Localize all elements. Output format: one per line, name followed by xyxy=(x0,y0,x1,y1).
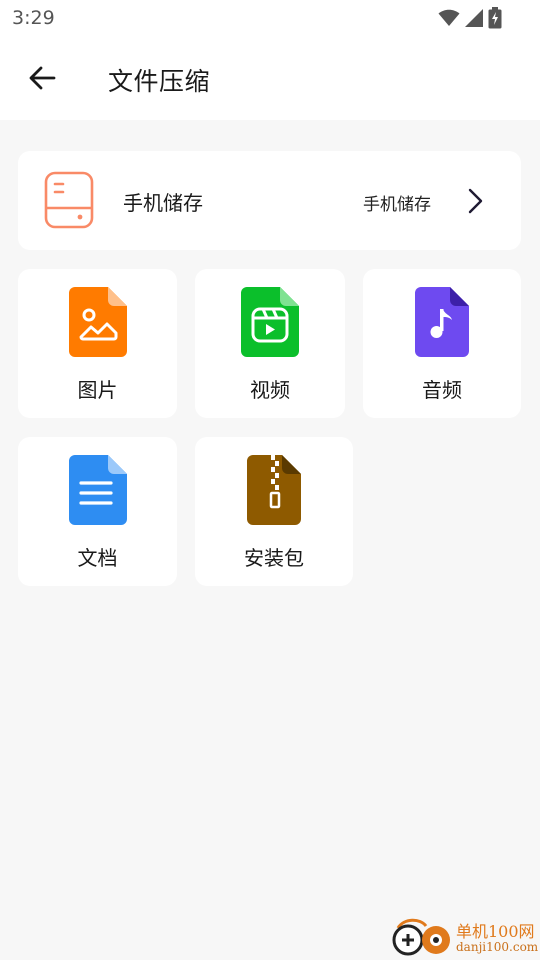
category-label: 音频 xyxy=(422,378,462,402)
status-bar: 3:29 xyxy=(0,0,540,36)
category-tile-packages[interactable]: 安装包 xyxy=(195,437,353,586)
chevron-right-icon xyxy=(468,188,483,214)
watermark: 单机100网 danji100.com xyxy=(390,916,540,960)
category-tile-documents[interactable]: 文档 xyxy=(18,437,177,586)
watermark-url: danji100.com xyxy=(456,940,539,954)
document-file-icon xyxy=(68,455,127,525)
page-title: 文件压缩 xyxy=(108,67,211,96)
storage-value: 手机储存 xyxy=(363,195,431,215)
category-label: 文档 xyxy=(77,546,118,570)
category-tile-images[interactable]: 图片 xyxy=(18,269,177,418)
battery-charging-icon xyxy=(488,7,502,29)
package-file-icon xyxy=(247,455,301,525)
app-bar: 文件压缩 xyxy=(0,36,540,120)
storage-selector[interactable]: 手机储存 手机储存 xyxy=(18,151,521,250)
category-tile-videos[interactable]: 视频 xyxy=(195,269,345,418)
status-time: 3:29 xyxy=(12,7,55,29)
watermark-logo-icon xyxy=(392,918,450,956)
storage-label: 手机储存 xyxy=(123,191,203,215)
wifi-icon xyxy=(438,9,460,26)
back-button[interactable] xyxy=(22,58,62,98)
category-label: 安装包 xyxy=(244,546,304,570)
audio-file-icon xyxy=(415,287,469,357)
category-label: 视频 xyxy=(250,378,290,402)
image-file-icon xyxy=(68,287,127,357)
arrow-left-icon xyxy=(29,66,56,90)
signal-icon xyxy=(465,9,483,27)
category-tile-audio[interactable]: 音频 xyxy=(363,269,521,418)
category-label: 图片 xyxy=(77,378,118,402)
watermark-title: 单机100网 xyxy=(456,922,535,941)
phone-storage-icon xyxy=(44,171,94,229)
video-file-icon xyxy=(241,287,299,357)
status-icons xyxy=(438,7,502,29)
